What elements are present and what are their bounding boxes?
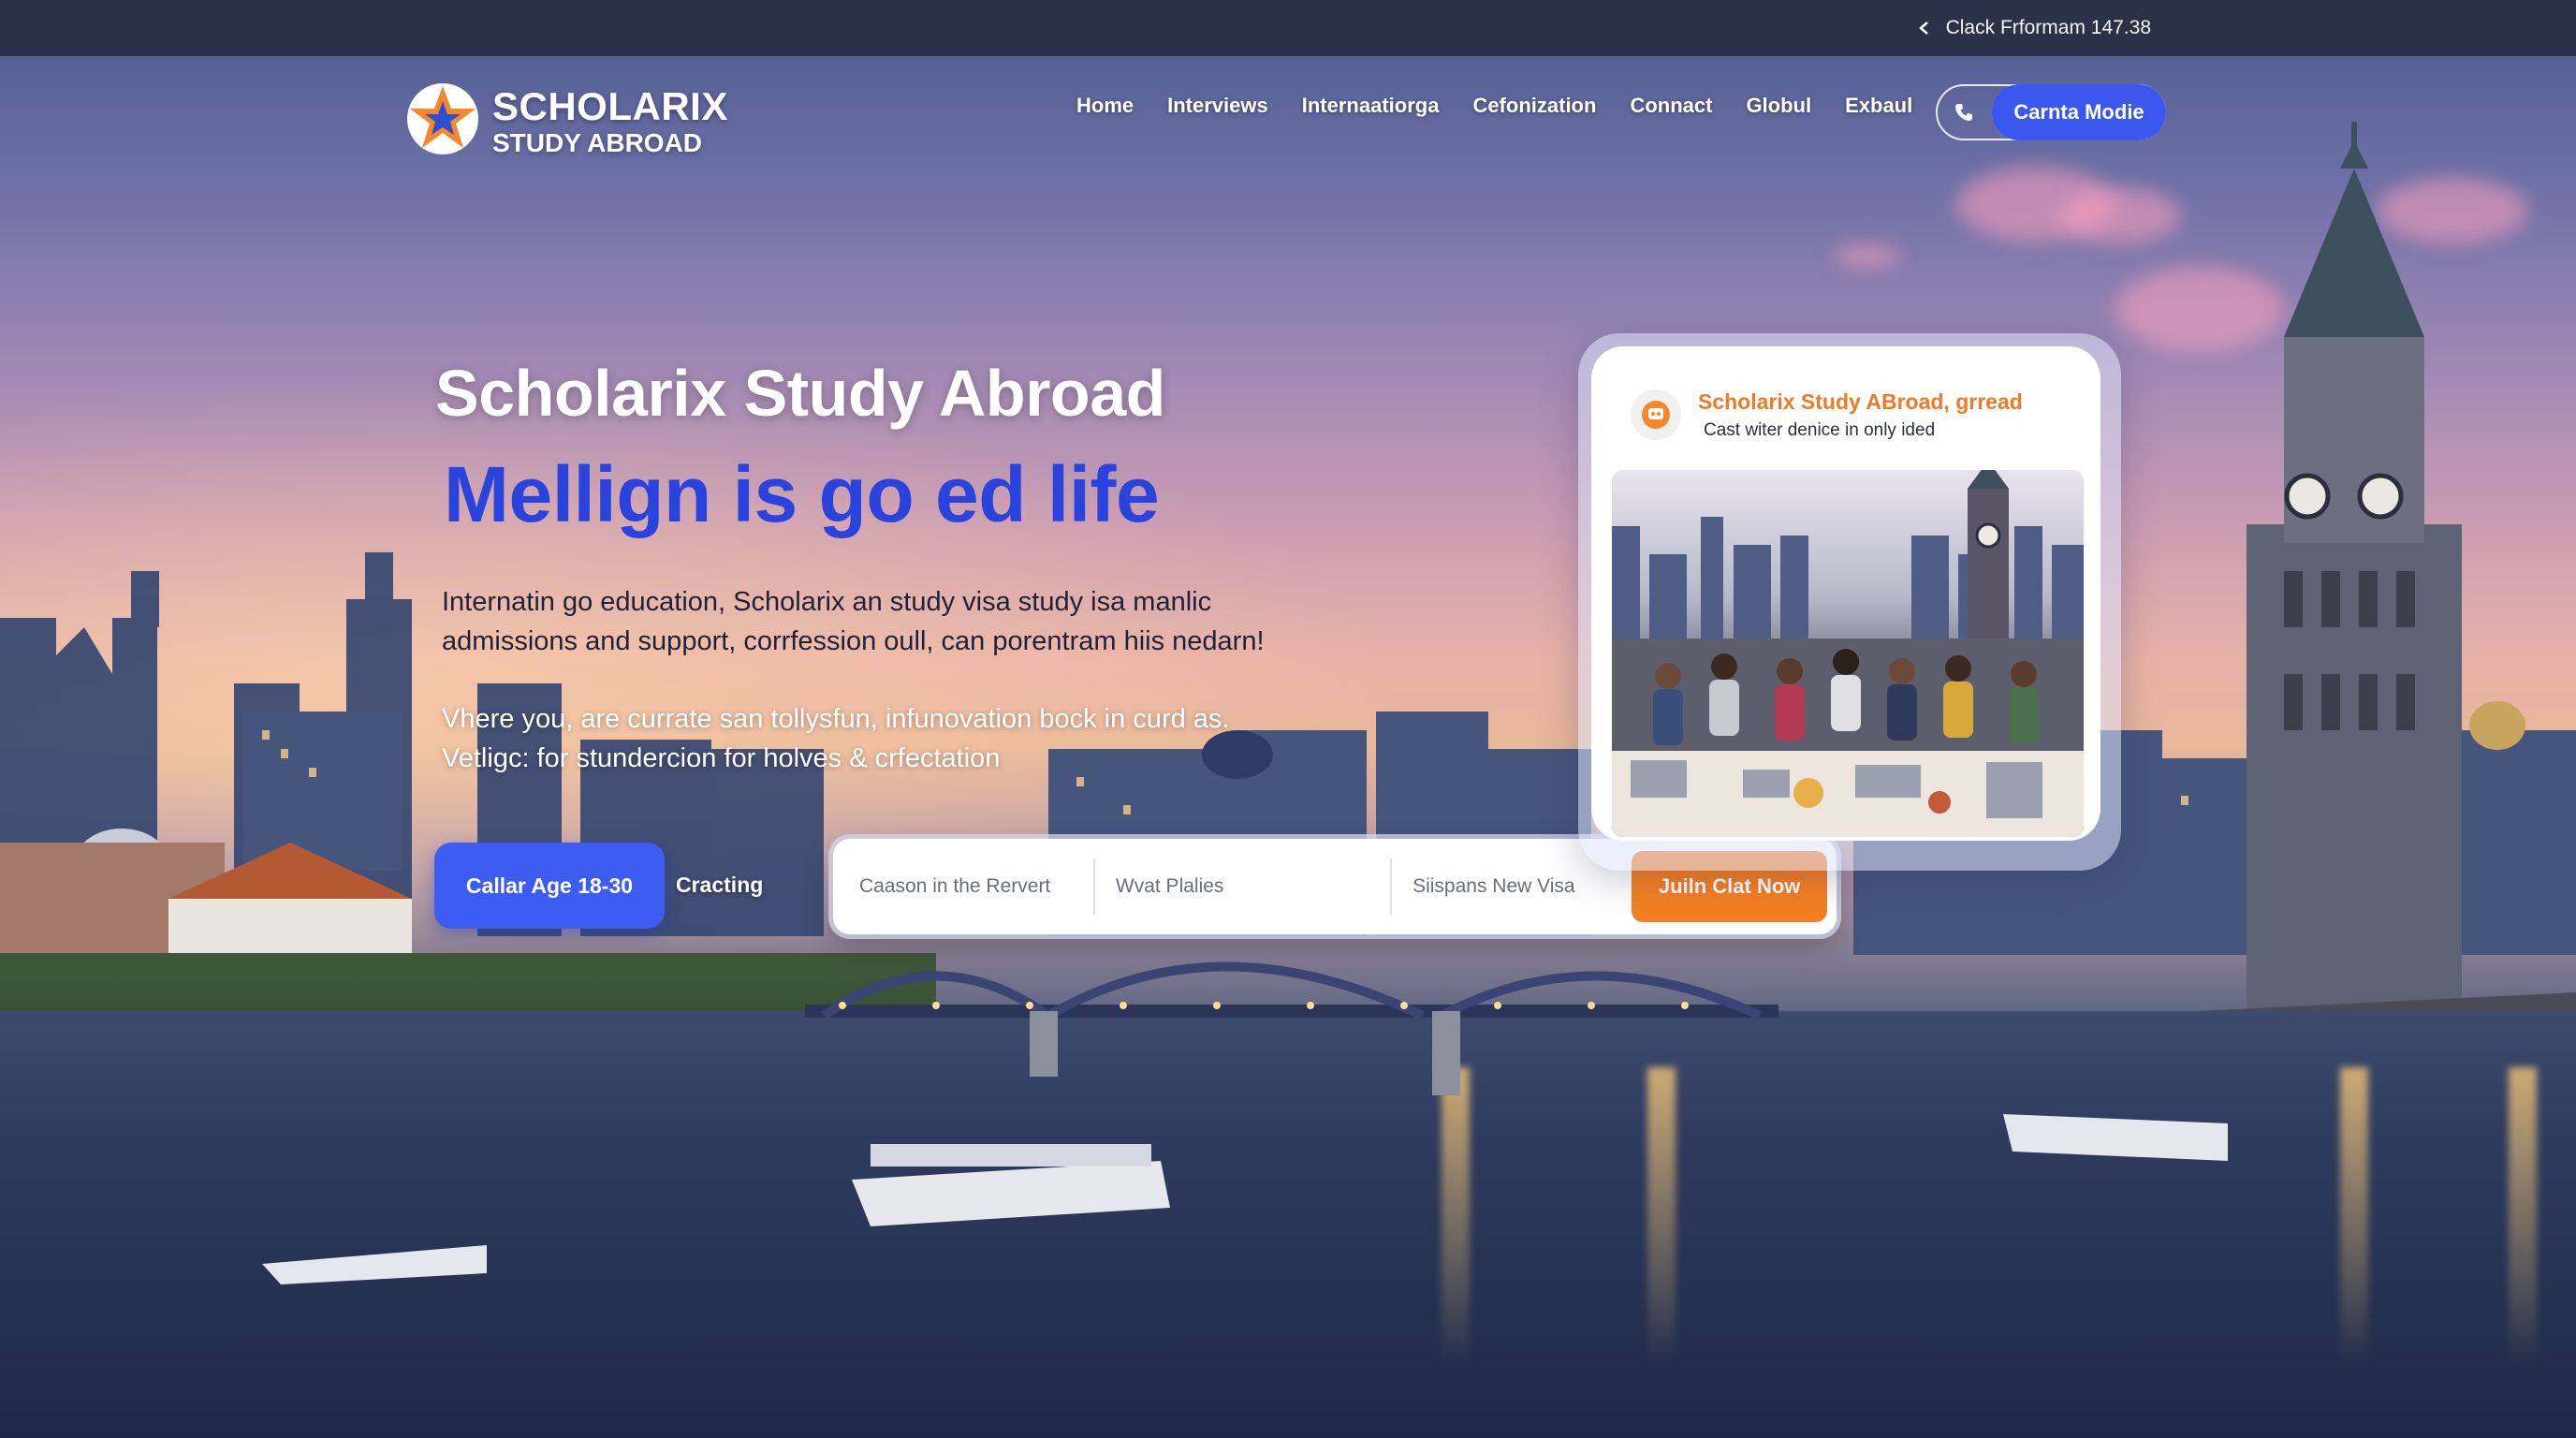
hero-background: [0, 0, 2576, 1438]
contact-cta-group: Carnta Modie: [1936, 84, 2166, 140]
nav-link-globul[interactable]: Globul: [1746, 94, 1811, 118]
phone-icon[interactable]: [1938, 101, 1990, 124]
hero-subtext: Vhere you, are currate san tollysfun, in…: [442, 699, 1284, 778]
avatar: [1631, 389, 1681, 440]
search-field-visa[interactable]: Siispans New Visa: [1390, 858, 1632, 915]
students-photo: [1612, 470, 2084, 837]
hero-subtext-line: Vetligc: for stundercion for holves & cr…: [442, 743, 1001, 773]
students-photo-illustration: [1612, 470, 2084, 837]
star-logo-icon: [404, 81, 481, 162]
nav-link-home[interactable]: Home: [1076, 94, 1134, 118]
search-field-reason[interactable]: Caason in the Rervert: [859, 858, 1093, 915]
top-bar-label: Clack Frformam 147.38: [1945, 17, 2151, 38]
nav-link-international[interactable]: Internaatiorga: [1302, 94, 1440, 118]
age-range-button[interactable]: Callar Age 18-30: [434, 843, 665, 929]
nav-link-cefonization[interactable]: Cefonization: [1472, 94, 1596, 118]
top-bar-link[interactable]: Clack Frformam 147.38: [1914, 17, 2151, 39]
bridge-and-boats: [262, 961, 2228, 1284]
hero-description-line: Internatin go education, Scholarix an st…: [442, 587, 1212, 617]
search-field-plans[interactable]: Wvat Plalies: [1092, 858, 1390, 915]
logo[interactable]: SCHOLARIX STUDY ABROAD: [404, 81, 728, 162]
card-subtitle: Cast witer denice in only ided: [1704, 420, 1936, 440]
hero-subtext-line: Vhere you, are currate san tollysfun, in…: [442, 704, 1230, 734]
logo-subtitle: STUDY ABROAD: [492, 127, 703, 157]
secondary-link[interactable]: Cracting: [676, 873, 763, 898]
nav-cta-button[interactable]: Carnta Modie: [1992, 84, 2166, 140]
hero-title: Scholarix Study Abroad: [435, 357, 1165, 430]
top-bar: Clack Frformam 147.38: [0, 0, 2576, 56]
main-nav: Home Interviews Internaatiorga Cefonizat…: [1076, 94, 1912, 118]
hero-tagline: Mellign is go ed life: [444, 450, 1160, 538]
nav-link-connact[interactable]: Connact: [1630, 94, 1712, 118]
hero-description: Internatin go education, Scholarix an st…: [442, 582, 1284, 661]
back-arrow-icon: [1914, 18, 1935, 38]
nav-link-interviews[interactable]: Interviews: [1167, 94, 1268, 118]
hero-description-line: admissions and support, corrfession oull…: [442, 626, 1265, 656]
logo-name: SCHOLARIX: [492, 83, 728, 128]
nav-link-exbaul[interactable]: Exbaul: [1845, 94, 1912, 118]
card-title: Scholarix Study ABroad, grread: [1698, 389, 2023, 414]
